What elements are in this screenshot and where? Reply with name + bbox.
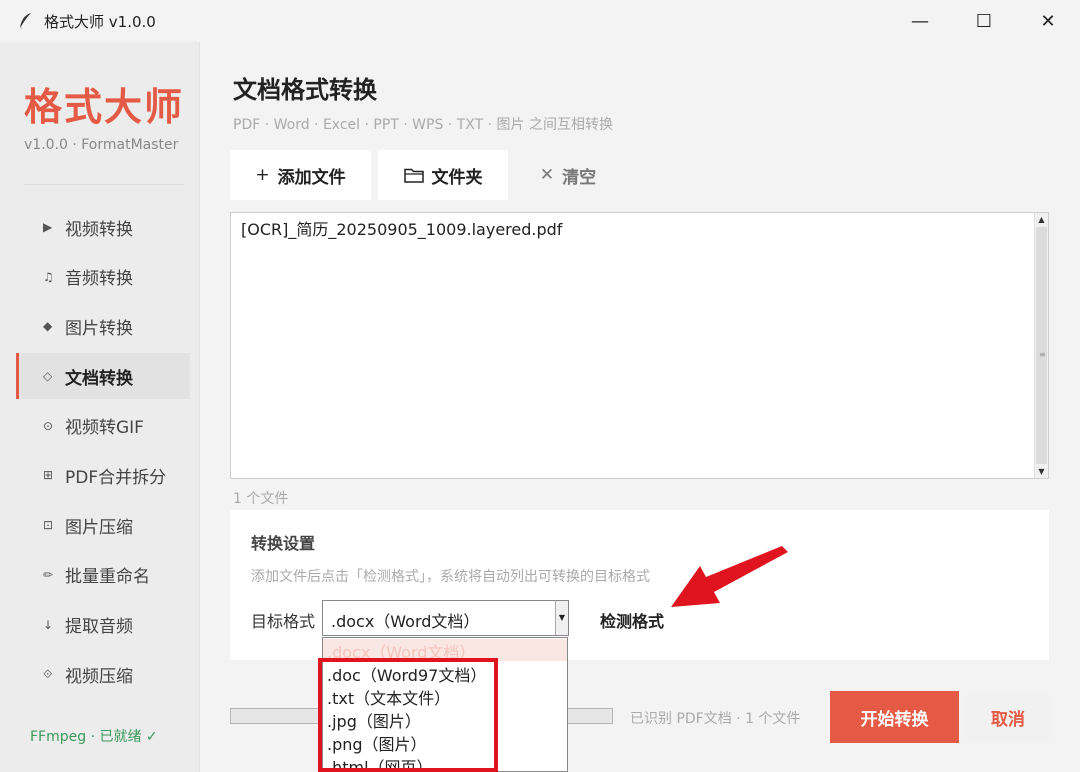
annotation-arrow-icon — [671, 546, 788, 607]
